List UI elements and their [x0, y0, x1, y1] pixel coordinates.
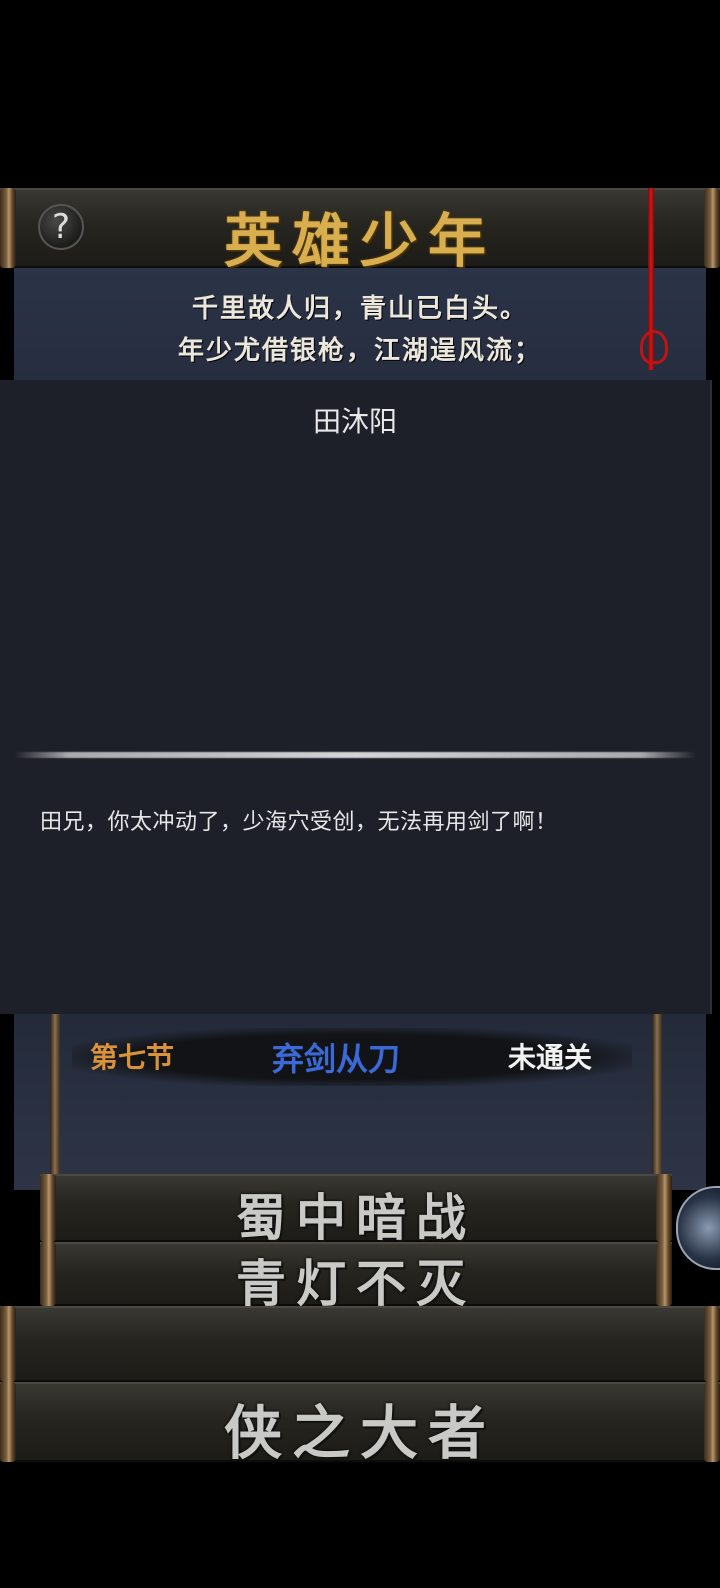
scroll-item-4-label: 侠之大者	[223, 1399, 496, 1467]
poem-line-2: 年少尤借银枪，江湖逞风流；	[177, 336, 542, 366]
page-title: 英雄少年	[223, 207, 496, 275]
chapter-number: 第七节	[90, 1041, 175, 1074]
scroll-item-1[interactable]: 蜀中暗战	[40, 1174, 672, 1247]
panel-post-left	[50, 1014, 60, 1180]
side-badge-icon[interactable]	[676, 1186, 720, 1270]
chapter-name[interactable]: 弃剑从刀	[272, 1034, 400, 1080]
chapter-status: 未通关	[508, 1041, 593, 1074]
scroll-rod-left	[0, 1306, 16, 1382]
dialog-divider	[14, 752, 696, 758]
poem-panel: 千里故人归，青山已白头。 年少尤借银枪，江湖逞风流；	[14, 268, 706, 380]
scroll-item-3[interactable]	[0, 1306, 720, 1382]
dialog-box[interactable]: 田沐阳 田兄，你太冲动了，少海穴受创，无法再用剑了啊！	[0, 380, 712, 1014]
scroll-rod-right	[704, 1306, 720, 1382]
poem-line-1: 千里故人归，青山已白头。	[191, 294, 528, 324]
dialog-text: 田兄，你太冲动了，少海穴受创，无法再用剑了啊！	[40, 810, 558, 835]
dialog-speaker: 田沐阳	[312, 405, 397, 438]
help-icon[interactable]: ?	[38, 204, 84, 250]
bottom-bar	[0, 1462, 720, 1588]
scroll-item-2[interactable]: 青灯不灭	[40, 1242, 672, 1313]
red-knot-ornament	[640, 330, 668, 364]
scroll-item-1-label: 蜀中暗战	[236, 1188, 476, 1247]
panel-post-right	[652, 1014, 662, 1180]
title-scroll: 英雄少年	[0, 188, 720, 275]
scroll-item-4[interactable]: 侠之大者	[0, 1382, 720, 1467]
